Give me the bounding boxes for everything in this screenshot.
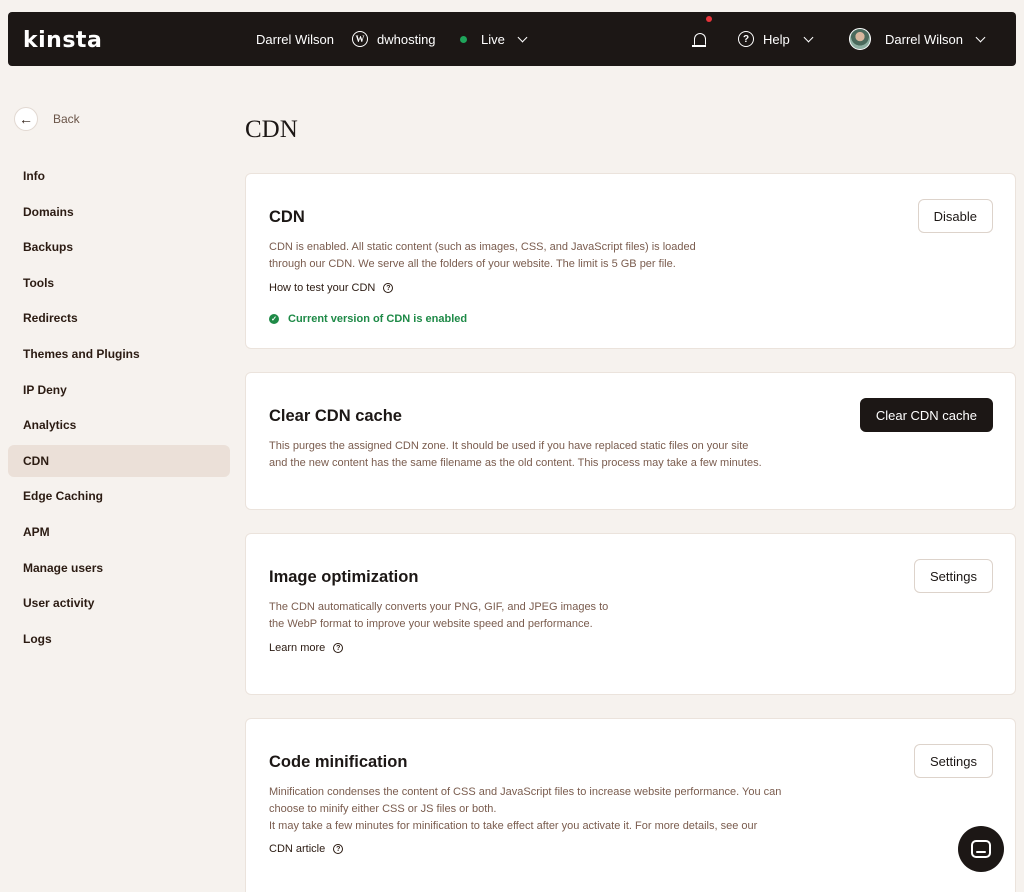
account-dropdown[interactable]: Darrel Wilson	[849, 12, 986, 66]
help-circle-icon: ?	[333, 844, 344, 854]
description-line: The CDN automatically converts your PNG,…	[269, 601, 609, 613]
description-line: It may take a few minutes for minificati…	[269, 820, 758, 832]
sidebar-item-analytics[interactable]: Analytics	[8, 409, 230, 441]
card-description: Minification condenses the content of CS…	[269, 784, 781, 835]
description-line: and the new content has the same filenam…	[269, 457, 762, 469]
clear-cdn-cache-button[interactable]: Clear CDN cache	[859, 398, 993, 432]
disable-cdn-button[interactable]: Disable	[917, 199, 993, 233]
card-title: Image optimization	[269, 568, 419, 586]
site-name: dwhosting	[377, 31, 436, 47]
card-description: This purges the assigned CDN zone. It sh…	[269, 438, 762, 472]
card-description: The CDN automatically converts your PNG,…	[269, 599, 608, 633]
learn-more-link[interactable]: Learn more ?	[269, 642, 344, 654]
account-name: Darrel Wilson	[885, 31, 964, 47]
live-status-dot	[460, 35, 467, 43]
description-line: Minification condenses the content of CS…	[269, 786, 782, 798]
link-label: How to test your CDN	[269, 282, 376, 294]
code-minification-settings-button[interactable]: Settings	[914, 744, 993, 778]
wordpress-icon: W	[352, 31, 368, 47]
kinsta-logo[interactable]: kinsta	[23, 28, 102, 53]
cdn-status: ✓ Current version of CDN is enabled	[269, 313, 467, 325]
description-line: This purges the assigned CDN zone. It sh…	[269, 440, 749, 452]
question-circle-icon: ?	[738, 31, 754, 47]
sidebar-item-info[interactable]: Info	[8, 160, 230, 192]
help-circle-icon: ?	[333, 643, 344, 653]
help-circle-icon: ?	[383, 283, 394, 293]
sidebar-item-ip-deny[interactable]: IP Deny	[8, 374, 230, 406]
avatar	[849, 28, 871, 50]
top-navigation-bar: kinsta Darrel Wilson W dwhosting Live ? …	[8, 12, 1016, 66]
sidebar-item-tools[interactable]: Tools	[8, 267, 230, 299]
chevron-down-icon	[517, 32, 528, 42]
link-label: CDN article	[269, 843, 326, 855]
user-name-link[interactable]: Darrel Wilson	[256, 12, 334, 66]
description-line: the WebP format to improve your website …	[269, 618, 593, 630]
sidebar-item-manage-users[interactable]: Manage users	[8, 552, 230, 584]
how-to-test-cdn-link[interactable]: How to test your CDN ?	[269, 282, 394, 294]
cdn-card: CDN CDN is enabled. All static content (…	[245, 173, 1016, 349]
notifications-button[interactable]	[692, 12, 706, 66]
chat-support-button[interactable]	[958, 826, 1004, 872]
page-title: CDN	[245, 116, 298, 143]
chat-icon	[971, 840, 991, 858]
environment-dropdown[interactable]: Live	[460, 12, 528, 66]
sidebar-item-themes-plugins[interactable]: Themes and Plugins	[8, 338, 230, 370]
chevron-down-icon	[803, 32, 814, 42]
description-line: CDN is enabled. All static content (such…	[269, 241, 696, 253]
cdn-article-link[interactable]: CDN article ?	[269, 843, 344, 855]
description-line: through our CDN. We serve all the folder…	[269, 258, 676, 270]
image-optimization-settings-button[interactable]: Settings	[914, 559, 993, 593]
sidebar-item-domains[interactable]: Domains	[8, 196, 230, 228]
code-minification-card: Code minification Minification condenses…	[245, 718, 1016, 892]
site-selector[interactable]: W dwhosting	[352, 12, 436, 66]
card-title: Clear CDN cache	[269, 407, 402, 425]
card-description: CDN is enabled. All static content (such…	[269, 239, 696, 273]
sidebar-item-logs[interactable]: Logs	[8, 623, 230, 655]
status-text: Current version of CDN is enabled	[288, 313, 468, 325]
help-label: Help	[763, 31, 790, 47]
check-circle-icon: ✓	[269, 314, 279, 324]
clear-cdn-cache-card: Clear CDN cache This purges the assigned…	[245, 372, 1016, 510]
sidebar-item-cdn[interactable]: CDN	[8, 444, 230, 477]
sidebar-item-apm[interactable]: APM	[8, 516, 230, 548]
notification-badge-dot	[706, 16, 712, 22]
sidebar-item-backups[interactable]: Backups	[8, 231, 230, 263]
sidebar-item-user-activity[interactable]: User activity	[8, 587, 230, 619]
help-dropdown[interactable]: ? Help	[738, 12, 814, 66]
bell-icon	[692, 33, 706, 47]
card-title: Code minification	[269, 753, 408, 771]
sidebar-nav: Info Domains Backups Tools Redirects The…	[8, 160, 230, 658]
image-optimization-card: Image optimization The CDN automatically…	[245, 533, 1016, 695]
sidebar-item-redirects[interactable]: Redirects	[8, 302, 230, 334]
sidebar-item-edge-caching[interactable]: Edge Caching	[8, 480, 230, 512]
description-line: choose to minify either CSS or JS files …	[269, 803, 497, 815]
back-link[interactable]: ← Back	[14, 107, 80, 131]
back-label: Back	[53, 112, 80, 126]
card-title: CDN	[269, 208, 305, 226]
arrow-left-icon[interactable]: ←	[14, 107, 38, 131]
environment-label: Live	[481, 31, 505, 47]
chevron-down-icon	[975, 32, 986, 42]
link-label: Learn more	[269, 642, 326, 654]
